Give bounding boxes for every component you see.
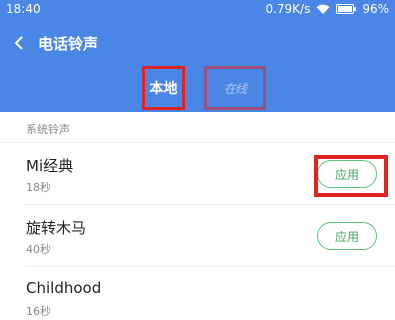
status-right: 0.79K/s 96% [265,2,389,16]
tab-local[interactable]: 本地 [142,66,185,110]
tab-bar: 本地 在线 [0,66,395,110]
battery-icon [336,4,357,14]
ringtone-name: Mi经典 [26,157,74,175]
title-bar: 电话铃声 [0,28,395,58]
status-time: 18:40 [6,2,41,16]
ringtone-duration: 40秒 [26,243,51,256]
header-bar: 18:40 0.79K/s 96% 电话铃声 本地 在线 [0,0,395,112]
apply-button[interactable]: 应用 [317,222,377,250]
section-label: 系统铃声 [26,123,70,136]
battery-level: 96% [362,2,389,16]
ringtone-row[interactable]: 旋转木马 40秒 应用 [0,205,395,267]
ringtone-row[interactable]: Childhood 16秒 [0,267,395,320]
ringtone-name: Childhood [26,279,102,297]
network-speed: 0.79K/s [265,2,311,16]
highlight-box [314,155,388,197]
tab-online[interactable]: 在线 [204,66,266,110]
ringtone-duration: 16秒 [26,305,51,318]
page-title: 电话铃声 [38,35,99,53]
ringtone-duration: 18秒 [26,181,51,194]
wifi-icon [316,4,330,15]
status-bar: 18:40 0.79K/s 96% [0,0,395,20]
ringtone-name: 旋转木马 [26,219,87,237]
back-arrow-icon[interactable] [12,34,28,52]
